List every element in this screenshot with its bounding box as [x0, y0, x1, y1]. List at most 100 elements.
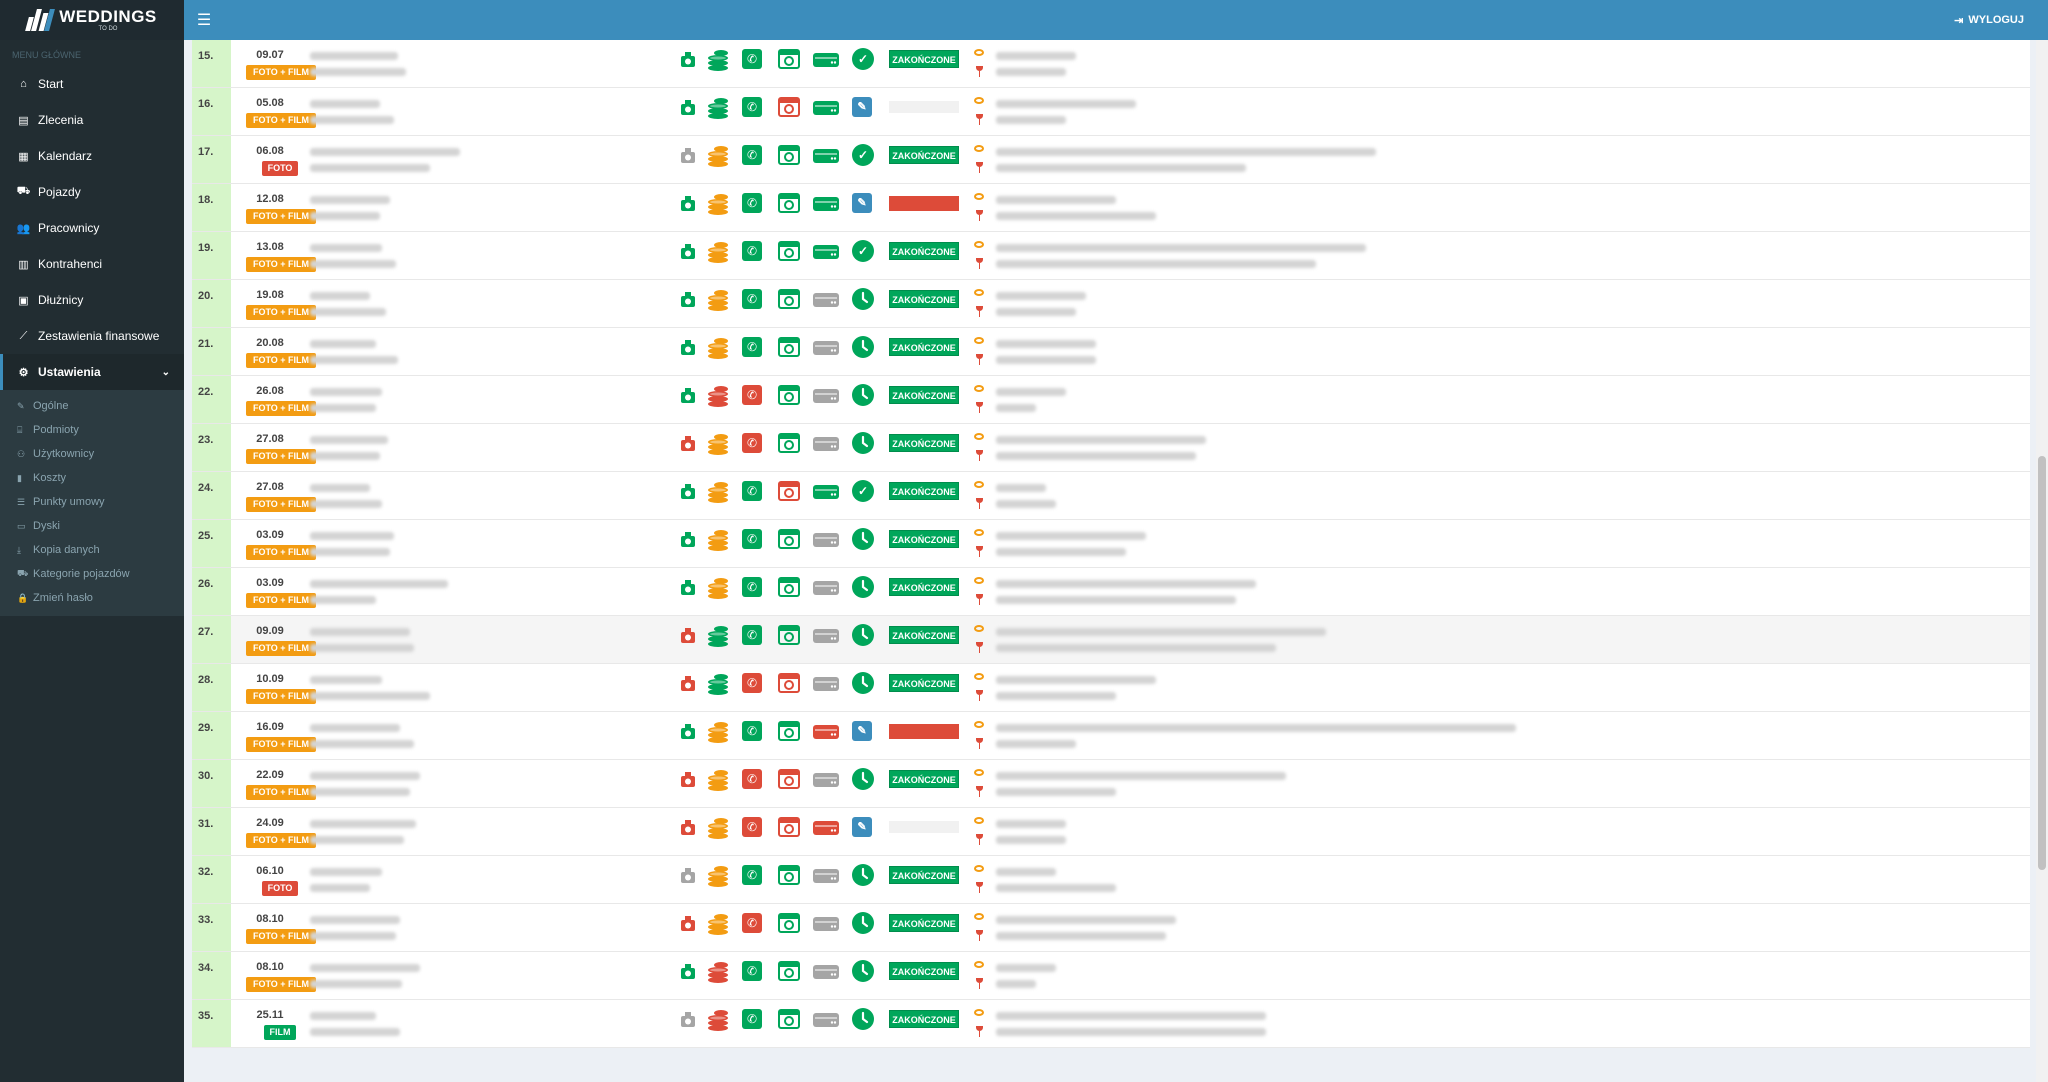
- coins-icon[interactable]: [706, 816, 728, 839]
- table-row[interactable]: 16. 05.08 FOTO + FILM ✆ ✎: [192, 88, 2030, 136]
- photo-session-icon[interactable]: [778, 1009, 800, 1029]
- table-row[interactable]: 20. 19.08 FOTO + FILM ✆ ZAKOŃCZONE: [192, 280, 2030, 328]
- coins-icon[interactable]: [706, 1008, 728, 1031]
- submenu-item[interactable]: ⛟ Kategorie pojazdów: [0, 562, 184, 586]
- sidebar-item-calendar[interactable]: ▦ Kalendarz: [0, 138, 184, 174]
- coins-icon[interactable]: [706, 96, 728, 119]
- phone-icon[interactable]: ✆: [742, 337, 762, 357]
- camera-icon[interactable]: [680, 50, 696, 67]
- drive-icon[interactable]: [813, 101, 839, 115]
- drive-icon[interactable]: [813, 197, 839, 211]
- table-row[interactable]: 31. 24.09 FOTO + FILM ✆ ✎: [192, 808, 2030, 856]
- camera-icon[interactable]: [680, 386, 696, 403]
- clock-icon[interactable]: [852, 912, 874, 934]
- table-row[interactable]: 15. 09.07 FOTO + FILM ✆ ✓ ZAKOŃCZONE: [192, 40, 2030, 88]
- table-row[interactable]: 22. 26.08 FOTO + FILM ✆ ZAKOŃCZONE: [192, 376, 2030, 424]
- edit-icon[interactable]: ✎: [852, 97, 872, 117]
- submenu-item[interactable]: ▭ Dyski: [0, 514, 184, 538]
- photo-session-icon[interactable]: [778, 193, 800, 213]
- table-row[interactable]: 24. 27.08 FOTO + FILM ✆ ✓ ZAKOŃCZONE: [192, 472, 2030, 520]
- table-row[interactable]: 30. 22.09 FOTO + FILM ✆ ZAKOŃCZONE: [192, 760, 2030, 808]
- coins-icon[interactable]: [706, 480, 728, 503]
- photo-session-icon[interactable]: [778, 49, 800, 69]
- drive-icon[interactable]: [813, 533, 839, 547]
- table-row[interactable]: 33. 08.10 FOTO + FILM ✆ ZAKOŃCZONE: [192, 904, 2030, 952]
- phone-icon[interactable]: ✆: [742, 577, 762, 597]
- coins-icon[interactable]: [706, 336, 728, 359]
- coins-icon[interactable]: [706, 960, 728, 983]
- sidebar-item-car[interactable]: ⛟ Pojazdy: [0, 174, 184, 210]
- table-row[interactable]: 21. 20.08 FOTO + FILM ✆ ZAKOŃCZONE: [192, 328, 2030, 376]
- coins-icon[interactable]: [706, 528, 728, 551]
- phone-icon[interactable]: ✆: [742, 673, 762, 693]
- coins-icon[interactable]: [706, 720, 728, 743]
- phone-icon[interactable]: ✆: [742, 1009, 762, 1029]
- coins-icon[interactable]: [706, 240, 728, 263]
- sidebar-item-file[interactable]: ▤ Zlecenia: [0, 102, 184, 138]
- drive-icon[interactable]: [813, 869, 839, 883]
- clock-icon[interactable]: [852, 624, 874, 646]
- camera-icon[interactable]: [680, 434, 696, 451]
- coins-icon[interactable]: [706, 576, 728, 599]
- photo-session-icon[interactable]: [778, 577, 800, 597]
- drive-icon[interactable]: [813, 773, 839, 787]
- camera-icon[interactable]: [680, 626, 696, 643]
- phone-icon[interactable]: ✆: [742, 865, 762, 885]
- phone-icon[interactable]: ✆: [742, 913, 762, 933]
- camera-icon[interactable]: [680, 530, 696, 547]
- clock-icon[interactable]: [852, 1008, 874, 1030]
- drive-icon[interactable]: [813, 725, 839, 739]
- clock-icon[interactable]: [852, 768, 874, 790]
- check-circle-icon[interactable]: ✓: [852, 144, 874, 166]
- camera-icon[interactable]: [680, 770, 696, 787]
- drive-icon[interactable]: [813, 293, 839, 307]
- edit-icon[interactable]: ✎: [852, 817, 872, 837]
- phone-icon[interactable]: ✆: [742, 769, 762, 789]
- phone-icon[interactable]: ✆: [742, 97, 762, 117]
- photo-session-icon[interactable]: [778, 145, 800, 165]
- drive-icon[interactable]: [813, 245, 839, 259]
- sidebar-item-building[interactable]: ▥ Kontrahenci: [0, 246, 184, 282]
- table-row[interactable]: 29. 16.09 FOTO + FILM ✆ ✎: [192, 712, 2030, 760]
- camera-icon[interactable]: [680, 722, 696, 739]
- coins-icon[interactable]: [706, 432, 728, 455]
- clock-icon[interactable]: [852, 528, 874, 550]
- table-row[interactable]: 18. 12.08 FOTO + FILM ✆ ✎: [192, 184, 2030, 232]
- coins-icon[interactable]: [706, 48, 728, 71]
- camera-icon[interactable]: [680, 674, 696, 691]
- drive-icon[interactable]: [813, 341, 839, 355]
- camera-icon[interactable]: [680, 482, 696, 499]
- table-row[interactable]: 32. 06.10 FOTO ✆ ZAKOŃCZONE: [192, 856, 2030, 904]
- submenu-item[interactable]: ✎ Ogólne: [0, 394, 184, 418]
- submenu-item[interactable]: ⌸ Podmioty: [0, 418, 184, 442]
- drive-icon[interactable]: [813, 1013, 839, 1027]
- camera-icon[interactable]: [680, 818, 696, 835]
- table-row[interactable]: 27. 09.09 FOTO + FILM ✆ ZAKOŃCZONE: [192, 616, 2030, 664]
- submenu-item[interactable]: 🔒 Zmień hasło: [0, 586, 184, 610]
- phone-icon[interactable]: ✆: [742, 961, 762, 981]
- edit-icon[interactable]: ✎: [852, 193, 872, 213]
- clock-icon[interactable]: [852, 432, 874, 454]
- vertical-scrollbar[interactable]: [2036, 40, 2048, 1082]
- camera-icon[interactable]: [680, 962, 696, 979]
- drive-icon[interactable]: [813, 677, 839, 691]
- table-row[interactable]: 23. 27.08 FOTO + FILM ✆ ZAKOŃCZONE: [192, 424, 2030, 472]
- clock-icon[interactable]: [852, 336, 874, 358]
- clock-icon[interactable]: [852, 384, 874, 406]
- photo-session-icon[interactable]: [778, 289, 800, 309]
- drive-icon[interactable]: [813, 629, 839, 643]
- photo-session-icon[interactable]: [778, 817, 800, 837]
- coins-icon[interactable]: [706, 288, 728, 311]
- app-logo[interactable]: WEDDINGS TO DO: [0, 0, 184, 40]
- phone-icon[interactable]: ✆: [742, 817, 762, 837]
- camera-icon[interactable]: [680, 98, 696, 115]
- drive-icon[interactable]: [813, 581, 839, 595]
- submenu-item[interactable]: ⚇ Użytkownicy: [0, 442, 184, 466]
- clock-icon[interactable]: [852, 576, 874, 598]
- photo-session-icon[interactable]: [778, 337, 800, 357]
- phone-icon[interactable]: ✆: [742, 721, 762, 741]
- camera-icon[interactable]: [680, 242, 696, 259]
- camera-icon[interactable]: [680, 914, 696, 931]
- photo-session-icon[interactable]: [778, 385, 800, 405]
- phone-icon[interactable]: ✆: [742, 385, 762, 405]
